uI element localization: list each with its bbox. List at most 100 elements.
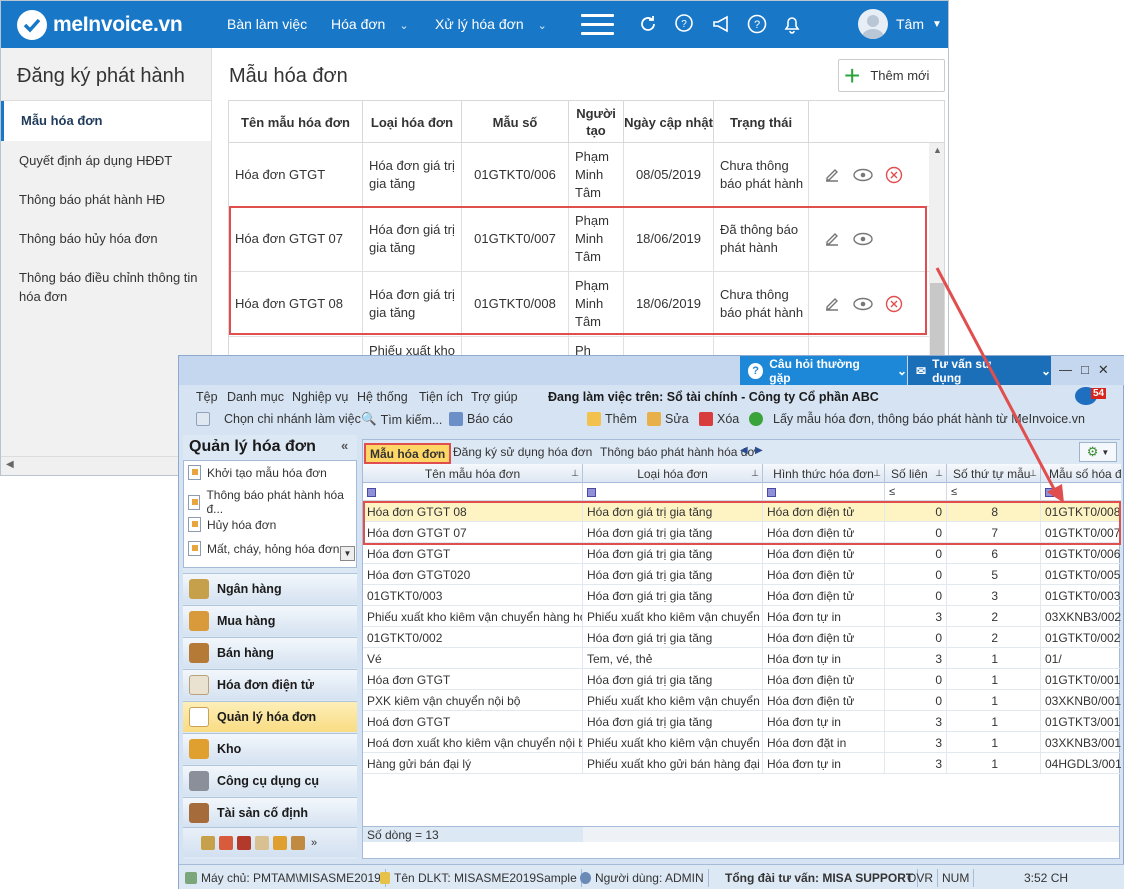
table-row[interactable]: Hóa đơn GTGT Hóa đơn giá trị gia tăng 01GT… <box>229 143 929 207</box>
tools-icon <box>189 771 209 791</box>
chat-help-icon[interactable]: ? <box>673 13 695 35</box>
logo[interactable]: meInvoice.vn <box>17 10 183 40</box>
grid-row[interactable]: Hàng gửi bán đại lý Phiếu xuất kho gửi bá… <box>363 753 1121 774</box>
filter-form[interactable] <box>763 483 885 501</box>
menu-system[interactable]: Hệ thống <box>357 390 408 404</box>
edit-button[interactable]: Sửa <box>647 412 689 426</box>
list-item-lost-invoice[interactable]: Mất, cháy, hỏng hóa đơn <box>188 541 339 556</box>
collapse-icon[interactable]: « <box>341 438 348 453</box>
nav-invoice-processing[interactable]: Xử lý hóa đơn ⌄ <box>435 16 547 32</box>
grid-cell: Hóa đơn giá trị gia tăng <box>583 711 763 732</box>
bank-icon[interactable] <box>201 835 215 850</box>
caret-down-icon: ▼ <box>932 18 942 30</box>
menu-help[interactable]: Trợ giúp <box>471 390 518 404</box>
filter-order[interactable]: ≤ <box>947 483 1041 501</box>
tab-scroll-left-icon[interactable]: ◀ <box>740 445 748 456</box>
user-menu[interactable]: Tâm ▼ <box>858 9 942 39</box>
warehouse-icon[interactable] <box>273 835 287 850</box>
bell-icon[interactable] <box>781 13 803 35</box>
grid-row[interactable]: Hóa đơn GTGT Hóa đơn giá trị gia tăng Hóa … <box>363 543 1121 564</box>
add-new-button[interactable]: + Thêm mới <box>838 59 945 92</box>
status-clock: 3:52 CH <box>1024 871 1069 885</box>
choose-branch-button[interactable]: Chọn chi nhánh làm việc <box>196 412 361 426</box>
module-sales[interactable]: Bán hàng <box>183 637 357 668</box>
report-button[interactable]: Báo cáo <box>449 412 513 426</box>
list-item-create-template[interactable]: Khởi tạo mẫu hóa đơn <box>188 465 327 480</box>
scroll-down-icon[interactable]: ▼ <box>340 546 355 561</box>
sidebar-item-decision[interactable]: Quyết định áp dụng HĐĐT <box>1 141 211 180</box>
sales-icon[interactable] <box>237 835 251 850</box>
purchase-icon <box>189 611 209 631</box>
grid-col-copies[interactable]: Số liên ⊥ <box>885 464 947 483</box>
grid-col-order[interactable]: Số thứ tự mẫu ⊥ <box>947 464 1041 483</box>
module-purchase[interactable]: Mua hàng <box>183 605 357 636</box>
sidebar-item-cancel-notice[interactable]: Thông báo hủy hóa đơn <box>1 219 211 258</box>
grid-row[interactable]: Vé Tem, vé, thẻ Hóa đơn tự in 3 1 01/ <box>363 648 1121 669</box>
menu-operations[interactable]: Nghiệp vụ <box>292 390 348 404</box>
search-button[interactable]: 🔍 Tìm kiếm... <box>361 412 442 427</box>
module-tools[interactable]: Công cụ dụng cụ <box>183 765 357 796</box>
grid-row[interactable]: Hóa đơn GTGT020 Hóa đơn giá trị gia tăng H… <box>363 564 1121 585</box>
delete-icon[interactable] <box>885 166 903 184</box>
grid-row[interactable]: 01GTKT0/003 Hóa đơn giá trị gia tăng Hóa đ… <box>363 585 1121 606</box>
filter-icon <box>767 487 776 497</box>
module-warehouse[interactable]: Kho <box>183 733 357 764</box>
document-icon <box>188 494 201 510</box>
sidebar-item-release-notice[interactable]: Thông báo phát hành HĐ <box>1 180 211 219</box>
grid-row[interactable]: Hoá đơn xuất kho kiêm vận chuyển nội bộ P… <box>363 732 1121 753</box>
more-icon[interactable]: » <box>311 837 317 849</box>
close-icon[interactable]: ✕ <box>1098 362 1109 378</box>
delete-button[interactable]: Xóa <box>699 412 739 426</box>
edit-icon[interactable] <box>823 166 841 184</box>
list-item-release-notice[interactable]: Thông báo phát hành hóa đ... <box>188 488 356 516</box>
nav-dashboard[interactable]: Bàn làm việc <box>227 16 307 32</box>
nav-invoice[interactable]: Hóa đơn ⌄ <box>331 16 409 32</box>
megaphone-icon[interactable] <box>711 13 733 35</box>
menu-icon[interactable] <box>581 14 614 35</box>
view-icon[interactable] <box>853 168 873 182</box>
assets-icon[interactable] <box>291 835 305 850</box>
help-icon[interactable]: ? <box>746 13 768 35</box>
tab-scroll-right-icon[interactable]: ▶ <box>755 445 763 456</box>
support-button[interactable]: ✉ Tư vấn sử dụng ⌄ <box>908 356 1051 385</box>
menu-file[interactable]: Tệp <box>196 390 218 404</box>
grid-col-form[interactable]: Hình thức hóa đơn ⊥ <box>763 464 885 483</box>
grid-row[interactable]: PXK kiêm vận chuyển nội bộ Phiếu xuất kho… <box>363 690 1121 711</box>
grid-row[interactable]: Phiếu xuất kho kiêm vận chuyển hàng hó Ph… <box>363 606 1121 627</box>
filter-type[interactable] <box>583 483 763 501</box>
grid-col-type[interactable]: Loại hóa đơn ⊥ <box>583 464 763 483</box>
settings-button[interactable]: ⚙ ▼ <box>1079 442 1117 462</box>
grid-cell: 0 <box>885 564 947 585</box>
refresh-icon[interactable] <box>637 13 659 35</box>
nav-invoice-label: Hóa đơn <box>331 16 386 32</box>
maximize-icon[interactable]: □ <box>1081 362 1089 378</box>
grid-col-code[interactable]: Mẫu số hóa đơ <box>1041 464 1121 483</box>
filter-name[interactable] <box>363 483 583 501</box>
module-fixed-assets[interactable]: Tài sản cố định <box>183 797 357 828</box>
tab-release-notice[interactable]: Thông báo phát hành hóa đơ <box>596 443 759 464</box>
module-invoice-management[interactable]: Quản lý hóa đơn <box>183 701 357 732</box>
filter-copies[interactable]: ≤ <box>885 483 947 501</box>
fetch-template-button[interactable]: Lấy mẫu hóa đơn, thông báo phát hành từ … <box>749 412 1085 426</box>
tab-register-usage[interactable]: Đăng ký sử dụng hóa đơn <box>449 443 596 464</box>
menu-utilities[interactable]: Tiện ích <box>419 390 463 404</box>
faq-button[interactable]: ? Câu hỏi thường gặp ⌄ <box>740 356 907 385</box>
grid-row[interactable]: Hóa đơn GTGT Hóa đơn giá trị gia tăng Hóa … <box>363 669 1121 690</box>
sidebar-item-invoice-template[interactable]: Mẫu hóa đơn <box>1 101 211 141</box>
filter-code[interactable] <box>1041 483 1121 501</box>
module-e-invoice[interactable]: Hóa đơn điện tử <box>183 669 357 700</box>
menu-catalog[interactable]: Danh mục <box>227 390 284 404</box>
module-bank[interactable]: Ngân hàng <box>183 573 357 604</box>
grid-col-name[interactable]: Tên mẫu hóa đơn ⊥ <box>363 464 583 483</box>
tab-invoice-template[interactable]: Mẫu hóa đơn <box>364 443 452 464</box>
grid-horizontal-scrollbar[interactable] <box>583 826 1119 842</box>
add-button[interactable]: Thêm <box>587 412 637 426</box>
choose-branch-label: Chọn chi nhánh làm việc <box>224 412 361 426</box>
minimize-icon[interactable]: — <box>1059 362 1072 378</box>
purchase-icon[interactable] <box>219 835 233 850</box>
grid-row[interactable]: Hoá đơn GTGT Hóa đơn giá trị gia tăng Hóa … <box>363 711 1121 732</box>
sidebar-item-adjust-notice[interactable]: Thông báo điều chỉnh thông tin hóa đơn <box>1 258 211 316</box>
invoice-icon[interactable] <box>255 835 269 850</box>
list-item-cancel-invoice[interactable]: Hủy hóa đơn <box>188 517 276 532</box>
grid-row[interactable]: 01GTKT0/002 Hóa đơn giá trị gia tăng Hóa đ… <box>363 627 1121 648</box>
